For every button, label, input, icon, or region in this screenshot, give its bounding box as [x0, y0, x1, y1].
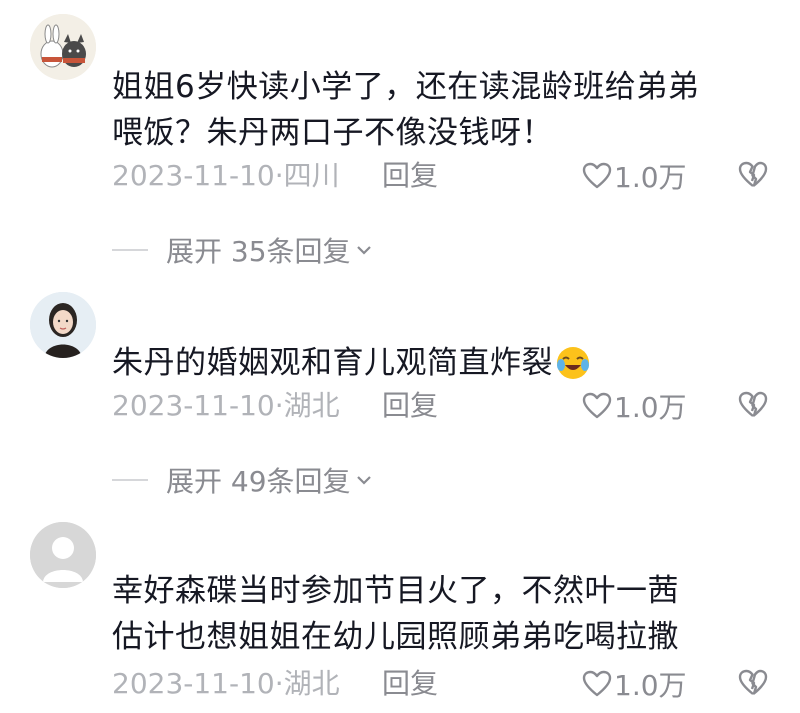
comment-meta: 2023-11-10·湖北 回复 1.0万 — [112, 386, 782, 426]
comment-text-line: 估计也想姐姐在幼儿园照顾弟弟吃喝拉撒 — [112, 619, 679, 655]
like-count: 1.0万 — [614, 669, 687, 702]
chevron-down-icon — [356, 476, 371, 485]
comment-text: 朱丹的婚姻观和育儿观简直炸裂 — [112, 340, 782, 386]
like-button[interactable]: 1.0万 — [582, 386, 687, 426]
heart-outline-icon — [582, 670, 612, 697]
expand-replies-label: 展开 49条回复 — [166, 465, 351, 498]
heart-outline-icon — [582, 392, 612, 419]
like-count: 1.0万 — [614, 161, 687, 194]
avatar[interactable] — [30, 292, 96, 358]
avatar[interactable] — [30, 522, 96, 588]
expand-divider — [112, 249, 148, 251]
comment-text-line: 喂饭？朱丹两口子不像没钱呀！ — [112, 115, 553, 151]
dislike-button[interactable] — [738, 390, 768, 427]
reply-button[interactable]: 回复 — [382, 386, 438, 426]
expand-replies-button[interactable]: 展开 49条回复 — [112, 460, 373, 500]
dislike-button[interactable] — [738, 668, 768, 705]
dislike-button[interactable] — [738, 160, 768, 197]
comment-text-line: 幸好森碟当时参加节目火了，不然叶一茜 — [112, 573, 679, 609]
comment-text: 幸好森碟当时参加节目火了，不然叶一茜 估计也想姐姐在幼儿园照顾弟弟吃喝拉撒 — [112, 568, 782, 660]
like-button[interactable]: 1.0万 — [582, 664, 687, 704]
broken-heart-icon — [738, 161, 768, 187]
comment-meta: 2023-11-10·四川 回复 1.0万 — [112, 156, 782, 196]
expand-replies-button[interactable]: 展开 35条回复 — [112, 230, 373, 270]
like-button[interactable]: 1.0万 — [582, 156, 687, 196]
comment-date-location: 2023-11-10·湖北 — [112, 389, 340, 422]
comment-text-line: 朱丹的婚姻观和育儿观简直炸裂 — [112, 345, 553, 381]
crying-laughing-emoji — [557, 347, 589, 379]
comment-meta: 2023-11-10·湖北 回复 1.0万 — [112, 664, 782, 704]
reply-button[interactable]: 回复 — [382, 664, 438, 704]
comment-text-line: 姐姐6岁快读小学了，还在读混龄班给弟弟 — [112, 69, 700, 105]
heart-outline-icon — [582, 162, 612, 189]
expand-divider — [112, 479, 148, 481]
broken-heart-icon — [738, 391, 768, 417]
broken-heart-icon — [738, 669, 768, 695]
expand-replies-label: 展开 35条回复 — [166, 235, 351, 268]
comment-date-location: 2023-11-10·湖北 — [112, 667, 340, 700]
comment-date-location: 2023-11-10·四川 — [112, 159, 340, 192]
avatar[interactable] — [30, 14, 96, 80]
like-count: 1.0万 — [614, 391, 687, 424]
reply-button[interactable]: 回复 — [382, 156, 438, 196]
chevron-down-icon — [356, 246, 371, 255]
comment-text: 姐姐6岁快读小学了，还在读混龄班给弟弟 喂饭？朱丹两口子不像没钱呀！ — [112, 64, 782, 156]
